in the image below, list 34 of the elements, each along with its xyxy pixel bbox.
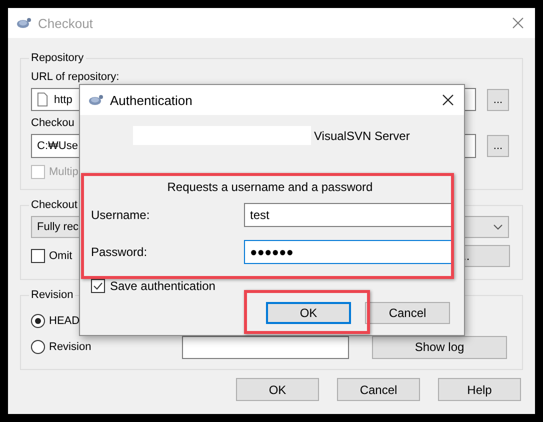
group-label: Checkout — [30, 198, 78, 212]
dialog-button[interactable]: OK — [266, 302, 351, 324]
checkbox-label: Save authentication — [110, 279, 216, 293]
dialog-button[interactable]: Cancel — [337, 378, 420, 401]
checkbox-label: Multip — [49, 166, 78, 178]
close-icon[interactable] — [442, 94, 454, 106]
group-label: Revision — [30, 288, 74, 302]
dialog-button[interactable]: Help — [438, 378, 521, 401]
dialog-title: Authentication — [110, 92, 192, 108]
show-log-button[interactable]: Show log — [372, 336, 507, 358]
checkbox[interactable] — [31, 249, 45, 263]
document-icon — [37, 92, 48, 107]
group-label: Repository — [30, 51, 85, 65]
checkbox[interactable] — [91, 279, 105, 293]
radio-label: Revision — [49, 341, 92, 353]
revision-field[interactable] — [182, 336, 349, 358]
checkout-directory-label: Checkou — [31, 116, 76, 131]
radio-button[interactable] — [31, 314, 45, 328]
radio-button[interactable] — [31, 340, 45, 354]
field-label: Password: — [91, 244, 148, 260]
url-label: URL of repository: — [31, 70, 120, 85]
dialog-button[interactable]: OK — [236, 378, 319, 401]
realm-text: VisualSVN Server — [314, 128, 410, 142]
prompt-text: Requests a username and a password — [166, 180, 374, 195]
window-title: Checkout — [38, 16, 93, 30]
username-field[interactable]: test — [244, 203, 453, 227]
caret-icon — [493, 224, 503, 230]
password-field[interactable]: ●●●●●● — [244, 240, 453, 264]
browse-button[interactable]: ... — [487, 88, 509, 110]
dialog-button[interactable]: Cancel — [365, 302, 450, 324]
browse-button[interactable]: ... — [487, 135, 509, 157]
radio-label: HEAD — [49, 315, 80, 327]
field-label: Username: — [91, 208, 150, 222]
checkbox-label: Omit — [49, 250, 72, 262]
